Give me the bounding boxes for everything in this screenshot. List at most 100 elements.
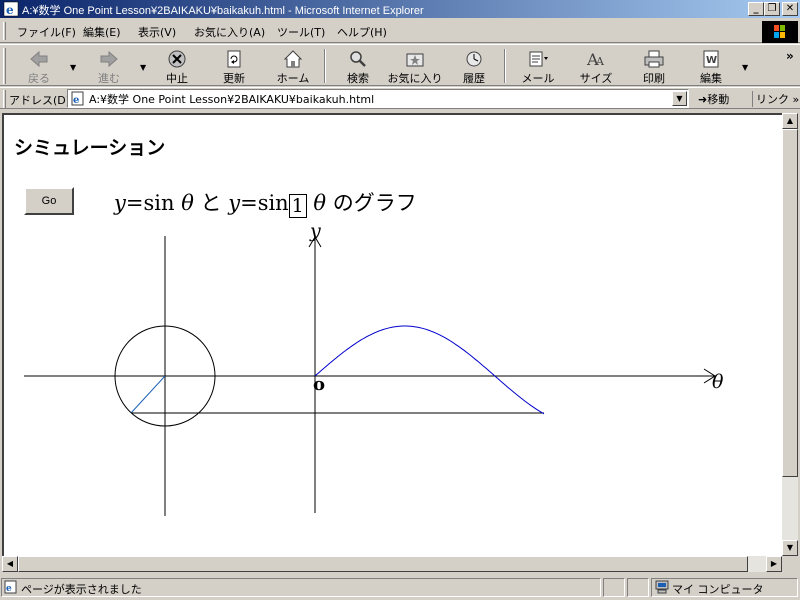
toolbar-overflow-icon[interactable]: » xyxy=(786,49,794,63)
go-arrow-icon: ➜ xyxy=(698,93,708,106)
text-size-label: サイズ xyxy=(579,72,613,85)
ie-window: e A:¥数学 One Point Lesson¥2BAIKAKU¥baikak… xyxy=(0,0,800,600)
origin-label: o xyxy=(313,374,325,395)
title-bar[interactable]: e A:¥数学 One Point Lesson¥2BAIKAKU¥baikak… xyxy=(0,0,800,18)
menu-edit[interactable]: 編集(E) xyxy=(83,24,121,40)
edit-dropdown-icon[interactable]: ▼ xyxy=(742,63,748,72)
edit-icon: W xyxy=(703,50,719,68)
vertical-scrollbar[interactable]: ▲ ▼ xyxy=(782,113,798,556)
y-axis-label: y xyxy=(309,220,321,242)
back-label: 戻る xyxy=(28,72,50,85)
mail-label: メール xyxy=(521,72,555,85)
scroll-corner xyxy=(782,556,798,572)
favorites-icon xyxy=(406,53,424,67)
svg-text:e: e xyxy=(6,3,14,17)
vertical-scroll-thumb[interactable] xyxy=(782,129,798,477)
history-button[interactable]: 履歴 xyxy=(454,47,494,85)
menu-grip[interactable] xyxy=(3,22,6,40)
scroll-down-icon[interactable]: ▼ xyxy=(782,540,798,556)
print-button[interactable]: 印刷 xyxy=(634,47,674,85)
close-button[interactable]: ✕ xyxy=(782,2,798,16)
mail-icon xyxy=(529,51,548,67)
forward-arrow-icon xyxy=(100,50,118,68)
address-grip[interactable] xyxy=(3,90,6,108)
history-label: 履歴 xyxy=(463,72,485,85)
scroll-right-icon[interactable]: ▶ xyxy=(766,556,782,572)
svg-text:e: e xyxy=(73,95,79,106)
toolbar-separator xyxy=(324,49,326,83)
forward-label: 進む xyxy=(98,72,120,85)
menu-help[interactable]: ヘルプ(H) xyxy=(337,24,387,40)
page-done-icon: e xyxy=(4,580,17,594)
search-button[interactable]: 検索 xyxy=(338,47,378,85)
status-cell xyxy=(627,578,649,597)
theta-axis-label: θ xyxy=(712,371,724,393)
menu-view[interactable]: 表示(V) xyxy=(138,24,176,40)
my-computer-icon xyxy=(655,580,669,594)
svg-text:e: e xyxy=(6,584,12,594)
text-size-button[interactable]: AA サイズ xyxy=(574,47,618,85)
stop-button[interactable]: 中止 xyxy=(157,47,197,85)
address-bar: アドレス(D) e ▼ ➜移動 リンク » xyxy=(0,87,800,109)
search-icon xyxy=(350,51,366,67)
svg-text:A: A xyxy=(595,55,605,68)
home-icon xyxy=(283,50,303,68)
edit-label: 編集 xyxy=(700,72,722,85)
links-button[interactable]: リンク » xyxy=(752,91,799,107)
back-dropdown-icon[interactable]: ▼ xyxy=(70,63,76,72)
toolbar-separator xyxy=(504,49,506,83)
refresh-button[interactable]: 更新 xyxy=(214,47,254,85)
favorites-label: お気に入り xyxy=(387,72,443,85)
mail-button[interactable]: メール xyxy=(516,47,560,85)
home-button[interactable]: ホーム xyxy=(272,47,314,85)
horizontal-scroll-thumb[interactable] xyxy=(18,556,748,572)
address-dropdown-icon[interactable]: ▼ xyxy=(672,91,687,106)
back-button[interactable]: 戻る xyxy=(18,47,60,85)
minimize-button[interactable]: _ xyxy=(748,2,764,16)
menu-favorites[interactable]: お気に入り(A) xyxy=(194,24,265,40)
stop-icon xyxy=(168,50,186,68)
standard-toolbar: 戻る ▼ 進む ▼ 中止 更新 ホーム 検索 お気に入り 履歴 メール A A … xyxy=(0,44,800,86)
scroll-left-icon[interactable]: ◀ xyxy=(2,556,18,572)
refresh-label: 更新 xyxy=(223,72,245,85)
svg-text:W: W xyxy=(706,55,717,66)
zone-text: マイ コンピュータ xyxy=(672,583,764,596)
search-label: 検索 xyxy=(347,72,369,85)
go-button[interactable]: ➜移動 xyxy=(698,91,729,107)
favorites-button[interactable]: お気に入り xyxy=(386,47,444,85)
page-icon: e xyxy=(71,91,84,106)
edit-button[interactable]: W 編集 xyxy=(690,47,732,85)
scroll-up-icon[interactable]: ▲ xyxy=(782,113,798,129)
forward-button[interactable]: 進む xyxy=(88,47,130,85)
address-input[interactable] xyxy=(89,92,659,105)
status-bar: e ページが表示されました マイ コンピュータ xyxy=(0,576,800,600)
restore-button[interactable]: ❐ xyxy=(764,2,780,16)
refresh-icon xyxy=(227,50,241,68)
circle-radius xyxy=(130,375,166,414)
print-label: 印刷 xyxy=(643,72,665,85)
sine-curve xyxy=(314,325,545,415)
stop-label: 中止 xyxy=(166,72,188,85)
status-text: ページが表示されました xyxy=(21,583,142,596)
history-icon xyxy=(466,51,482,67)
status-panel: e ページが表示されました xyxy=(1,578,601,597)
address-box[interactable]: e ▼ xyxy=(67,89,689,108)
ie-logo-icon: e xyxy=(3,1,19,17)
status-cell xyxy=(603,578,625,597)
page-content: シミュレーション Go y=sin θ と y=sin 1 θ のグラフ y θ … xyxy=(2,113,782,556)
back-arrow-icon xyxy=(30,50,48,68)
text-size-icon: AA xyxy=(586,50,605,69)
windows-logo-icon xyxy=(762,21,798,43)
toolbar-grip[interactable] xyxy=(3,48,6,84)
forward-dropdown-icon[interactable]: ▼ xyxy=(140,63,146,72)
menu-file[interactable]: ファイル(F) xyxy=(17,24,76,40)
go-label: 移動 xyxy=(707,93,730,106)
menu-tools[interactable]: ツール(T) xyxy=(277,24,325,40)
window-title: A:¥数学 One Point Lesson¥2BAIKAKU¥baikakuh… xyxy=(22,5,424,17)
sine-graph: y θ o xyxy=(24,220,724,516)
horizontal-scrollbar[interactable]: ◀ ▶ xyxy=(2,556,782,572)
zone-panel: マイ コンピュータ xyxy=(651,578,798,597)
menu-bar: ファイル(F) 編集(E) 表示(V) お気に入り(A) ツール(T) ヘルプ(… xyxy=(0,19,800,43)
print-icon xyxy=(644,50,664,68)
address-label: アドレス(D) xyxy=(9,94,71,107)
